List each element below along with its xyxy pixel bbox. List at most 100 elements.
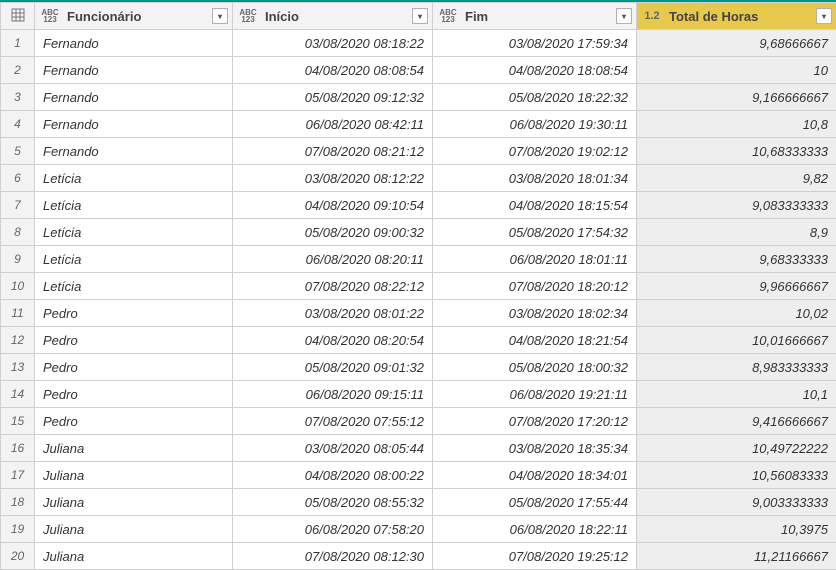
row-number[interactable]: 13 — [1, 354, 35, 381]
row-number[interactable]: 5 — [1, 138, 35, 165]
cell-fim[interactable]: 05/08/2020 18:00:32 — [433, 354, 637, 381]
cell-funcionario[interactable]: Juliana — [35, 543, 233, 570]
cell-funcionario[interactable]: Pedro — [35, 327, 233, 354]
table-corner[interactable] — [1, 3, 35, 30]
column-header-fim[interactable]: ABC123 Fim ▾ — [433, 3, 637, 30]
cell-fim[interactable]: 07/08/2020 19:25:12 — [433, 543, 637, 570]
cell-fim[interactable]: 05/08/2020 17:54:32 — [433, 219, 637, 246]
filter-dropdown-button[interactable]: ▾ — [212, 8, 228, 24]
table-row[interactable]: 2Fernando04/08/2020 08:08:5404/08/2020 1… — [1, 57, 836, 84]
cell-fim[interactable]: 06/08/2020 18:01:11 — [433, 246, 637, 273]
cell-total[interactable]: 11,21166667 — [637, 543, 836, 570]
cell-funcionario[interactable]: Letícia — [35, 192, 233, 219]
cell-total[interactable]: 9,68333333 — [637, 246, 836, 273]
row-number[interactable]: 6 — [1, 165, 35, 192]
table-row[interactable]: 1Fernando03/08/2020 08:18:2203/08/2020 1… — [1, 30, 836, 57]
row-number[interactable]: 8 — [1, 219, 35, 246]
table-row[interactable]: 13Pedro05/08/2020 09:01:3205/08/2020 18:… — [1, 354, 836, 381]
cell-total[interactable]: 8,983333333 — [637, 354, 836, 381]
table-row[interactable]: 15Pedro07/08/2020 07:55:1207/08/2020 17:… — [1, 408, 836, 435]
cell-inicio[interactable]: 03/08/2020 08:12:22 — [233, 165, 433, 192]
row-number[interactable]: 19 — [1, 516, 35, 543]
filter-dropdown-button[interactable]: ▾ — [816, 8, 832, 24]
cell-inicio[interactable]: 05/08/2020 08:55:32 — [233, 489, 433, 516]
cell-funcionario[interactable]: Pedro — [35, 354, 233, 381]
cell-fim[interactable]: 07/08/2020 18:20:12 — [433, 273, 637, 300]
table-row[interactable]: 10Letícia07/08/2020 08:22:1207/08/2020 1… — [1, 273, 836, 300]
column-header-inicio[interactable]: ABC123 Início ▾ — [233, 3, 433, 30]
cell-total[interactable]: 10,1 — [637, 381, 836, 408]
cell-total[interactable]: 10,49722222 — [637, 435, 836, 462]
cell-funcionario[interactable]: Fernando — [35, 84, 233, 111]
cell-fim[interactable]: 03/08/2020 18:01:34 — [433, 165, 637, 192]
table-row[interactable]: 8Letícia05/08/2020 09:00:3205/08/2020 17… — [1, 219, 836, 246]
cell-funcionario[interactable]: Letícia — [35, 273, 233, 300]
table-row[interactable]: 9Letícia06/08/2020 08:20:1106/08/2020 18… — [1, 246, 836, 273]
cell-funcionario[interactable]: Fernando — [35, 30, 233, 57]
cell-fim[interactable]: 05/08/2020 18:22:32 — [433, 84, 637, 111]
cell-inicio[interactable]: 04/08/2020 08:08:54 — [233, 57, 433, 84]
row-number[interactable]: 16 — [1, 435, 35, 462]
cell-total[interactable]: 9,68666667 — [637, 30, 836, 57]
table-row[interactable]: 5Fernando07/08/2020 08:21:1207/08/2020 1… — [1, 138, 836, 165]
cell-fim[interactable]: 07/08/2020 17:20:12 — [433, 408, 637, 435]
row-number[interactable]: 1 — [1, 30, 35, 57]
cell-funcionario[interactable]: Letícia — [35, 246, 233, 273]
table-row[interactable]: 11Pedro03/08/2020 08:01:2203/08/2020 18:… — [1, 300, 836, 327]
filter-dropdown-button[interactable]: ▾ — [412, 8, 428, 24]
cell-inicio[interactable]: 04/08/2020 08:00:22 — [233, 462, 433, 489]
cell-inicio[interactable]: 06/08/2020 08:42:11 — [233, 111, 433, 138]
cell-total[interactable]: 9,416666667 — [637, 408, 836, 435]
cell-fim[interactable]: 04/08/2020 18:15:54 — [433, 192, 637, 219]
cell-funcionario[interactable]: Letícia — [35, 165, 233, 192]
table-row[interactable]: 4Fernando06/08/2020 08:42:1106/08/2020 1… — [1, 111, 836, 138]
row-number[interactable]: 2 — [1, 57, 35, 84]
row-number[interactable]: 12 — [1, 327, 35, 354]
row-number[interactable]: 9 — [1, 246, 35, 273]
cell-total[interactable]: 10 — [637, 57, 836, 84]
cell-fim[interactable]: 03/08/2020 18:35:34 — [433, 435, 637, 462]
cell-total[interactable]: 10,8 — [637, 111, 836, 138]
cell-inicio[interactable]: 06/08/2020 07:58:20 — [233, 516, 433, 543]
cell-funcionario[interactable]: Juliana — [35, 516, 233, 543]
cell-inicio[interactable]: 03/08/2020 08:18:22 — [233, 30, 433, 57]
row-number[interactable]: 3 — [1, 84, 35, 111]
cell-fim[interactable]: 03/08/2020 17:59:34 — [433, 30, 637, 57]
cell-inicio[interactable]: 07/08/2020 08:21:12 — [233, 138, 433, 165]
table-row[interactable]: 18Juliana05/08/2020 08:55:3205/08/2020 1… — [1, 489, 836, 516]
cell-fim[interactable]: 04/08/2020 18:08:54 — [433, 57, 637, 84]
cell-funcionario[interactable]: Juliana — [35, 462, 233, 489]
row-number[interactable]: 20 — [1, 543, 35, 570]
cell-fim[interactable]: 04/08/2020 18:21:54 — [433, 327, 637, 354]
cell-total[interactable]: 8,9 — [637, 219, 836, 246]
column-header-total[interactable]: 1.2 Total de Horas ▾ — [637, 3, 836, 30]
table-row[interactable]: 17Juliana04/08/2020 08:00:2204/08/2020 1… — [1, 462, 836, 489]
cell-funcionario[interactable]: Pedro — [35, 300, 233, 327]
cell-total[interactable]: 10,01666667 — [637, 327, 836, 354]
cell-inicio[interactable]: 07/08/2020 08:12:30 — [233, 543, 433, 570]
cell-total[interactable]: 10,02 — [637, 300, 836, 327]
cell-total[interactable]: 9,083333333 — [637, 192, 836, 219]
table-row[interactable]: 6Letícia03/08/2020 08:12:2203/08/2020 18… — [1, 165, 836, 192]
cell-inicio[interactable]: 05/08/2020 09:00:32 — [233, 219, 433, 246]
cell-fim[interactable]: 06/08/2020 19:21:11 — [433, 381, 637, 408]
cell-total[interactable]: 10,56083333 — [637, 462, 836, 489]
cell-fim[interactable]: 06/08/2020 19:30:11 — [433, 111, 637, 138]
row-number[interactable]: 7 — [1, 192, 35, 219]
cell-inicio[interactable]: 07/08/2020 08:22:12 — [233, 273, 433, 300]
cell-fim[interactable]: 04/08/2020 18:34:01 — [433, 462, 637, 489]
cell-inicio[interactable]: 06/08/2020 08:20:11 — [233, 246, 433, 273]
column-header-funcionario[interactable]: ABC123 Funcionário ▾ — [35, 3, 233, 30]
cell-inicio[interactable]: 03/08/2020 08:01:22 — [233, 300, 433, 327]
row-number[interactable]: 18 — [1, 489, 35, 516]
row-number[interactable]: 15 — [1, 408, 35, 435]
cell-funcionario[interactable]: Pedro — [35, 381, 233, 408]
table-row[interactable]: 16Juliana03/08/2020 08:05:4403/08/2020 1… — [1, 435, 836, 462]
cell-total[interactable]: 9,82 — [637, 165, 836, 192]
row-number[interactable]: 10 — [1, 273, 35, 300]
cell-inicio[interactable]: 03/08/2020 08:05:44 — [233, 435, 433, 462]
cell-fim[interactable]: 07/08/2020 19:02:12 — [433, 138, 637, 165]
cell-inicio[interactable]: 04/08/2020 08:20:54 — [233, 327, 433, 354]
cell-fim[interactable]: 03/08/2020 18:02:34 — [433, 300, 637, 327]
cell-inicio[interactable]: 05/08/2020 09:01:32 — [233, 354, 433, 381]
